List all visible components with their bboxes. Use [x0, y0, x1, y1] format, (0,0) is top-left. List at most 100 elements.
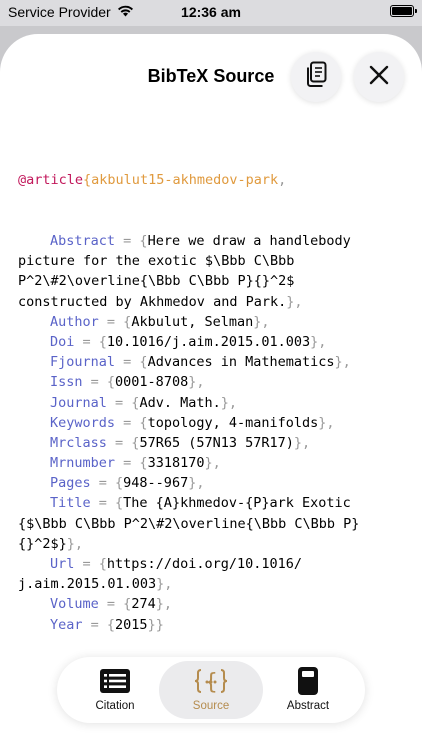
- bibtex-punctuation: {: [115, 475, 124, 492]
- status-bar: Service Provider 12:36 am: [0, 0, 422, 26]
- bibtex-field-value: 948--967: [123, 475, 189, 492]
- bibtex-field-name: Keywords: [50, 414, 116, 431]
- bibtex-field-value: 2015: [115, 616, 148, 633]
- bibtex-field-name: Title: [50, 495, 91, 512]
- bibtex-line: Abstract = {Here we draw a handlebody: [18, 231, 410, 251]
- key-comma: ,: [278, 172, 287, 189]
- bibtex-field-name: Volume: [50, 596, 99, 613]
- status-time: 12:36 am: [181, 4, 241, 20]
- bibtex-punctuation: =: [74, 333, 99, 350]
- entry-type: @article: [18, 172, 84, 189]
- bibtex-line: Issn = {0001-8708},: [18, 372, 410, 392]
- close-button[interactable]: [354, 52, 404, 102]
- bibtex-punctuation: {: [139, 354, 148, 371]
- bibtex-field-value: 57R65 (57N13 57R17): [139, 434, 294, 451]
- bibtex-field-name: Mrclass: [50, 434, 107, 451]
- bibtex-field-value: https://doi.org/10.1016/: [106, 556, 302, 572]
- close-icon: [369, 65, 389, 89]
- bibtex-sheet: BibTeX Source @article{akbulut15-akhmedo…: [0, 34, 422, 750]
- bibtex-field-value: P^2\#2\overline{\Bbb C\Bbb P}{}^2$: [18, 273, 295, 290]
- tab-citation[interactable]: Citation: [63, 661, 167, 719]
- bibtex-punctuation: },: [66, 535, 84, 552]
- bibtex-field-name: Issn: [50, 374, 83, 391]
- bibtex-field-value: Advances in Mathematics: [147, 354, 335, 371]
- bibtex-punctuation: =: [82, 616, 107, 633]
- bibtex-punctuation: =: [115, 354, 140, 371]
- bibtex-punctuation: },: [155, 596, 172, 613]
- bibtex-punctuation: =: [115, 455, 140, 472]
- bibtex-field-name: Mrnumber: [50, 455, 116, 472]
- bibtex-punctuation: {: [98, 333, 107, 350]
- bibtex-field-name: Abstract: [50, 233, 116, 249]
- bibtex-punctuation: =: [90, 495, 116, 512]
- bibtex-punctuation: },: [156, 576, 173, 593]
- braces-icon: {: [193, 665, 229, 697]
- bibtex-line: picture for the exotic $\Bbb C\Bbb: [18, 251, 410, 271]
- bibtex-field-name: Author: [50, 313, 99, 330]
- bibtex-line: j.aim.2015.01.003},: [18, 574, 410, 594]
- bibtex-field-value: constructed by Akhmedov and Park.: [18, 293, 287, 310]
- bibtex-field-value: 3318170: [147, 455, 205, 472]
- tab-abstract[interactable]: Abstract: [256, 661, 360, 719]
- bibtex-punctuation: {: [115, 495, 124, 512]
- copy-icon: [304, 61, 328, 93]
- bibtex-line: Year = {2015}}: [18, 615, 410, 635]
- tab-bar: Citation { Source Abstract: [57, 657, 365, 723]
- bibtex-punctuation: =: [115, 233, 140, 249]
- bibtex-line: Volume = {274},: [18, 594, 410, 614]
- bibtex-punctuation: },: [253, 313, 270, 330]
- battery-icon: [390, 5, 417, 17]
- bibtex-field-value: Adv. Math.: [139, 394, 221, 411]
- bibtex-punctuation: =: [74, 556, 99, 572]
- bibtex-field-name: Doi: [50, 333, 75, 350]
- bibtex-punctuation: {: [139, 455, 148, 472]
- bibtex-punctuation: =: [98, 596, 124, 613]
- bibtex-punctuation: {: [139, 414, 148, 431]
- bibtex-line: Url = {https://doi.org/10.1016/: [18, 554, 410, 574]
- bibtex-punctuation: {: [98, 556, 107, 572]
- copy-button[interactable]: [291, 52, 341, 102]
- bibtex-field-name: Url: [50, 556, 75, 572]
- bibtex-punctuation: =: [106, 394, 132, 411]
- tab-source-label: Source: [192, 700, 230, 712]
- bibtex-field-value: {$\Bbb C\Bbb P^2\#2\overline{\Bbb C\Bbb …: [18, 515, 360, 532]
- document-icon: [296, 665, 320, 697]
- bibtex-line: {$\Bbb C\Bbb P^2\#2\overline{\Bbb C\Bbb …: [18, 514, 410, 534]
- bibtex-line: Fjournal = {Advances in Mathematics},: [18, 352, 410, 372]
- bibtex-punctuation: },: [334, 354, 351, 371]
- bibtex-punctuation: },: [310, 333, 327, 350]
- bibtex-field-value: Akbulut, Selman: [131, 313, 254, 330]
- citation-key: akbulut15-akhmedov-park: [91, 172, 279, 189]
- bibtex-line: {}^2$}},: [18, 534, 410, 554]
- bibtex-line: Mrclass = {57R65 (57N13 57R17)},: [18, 433, 410, 453]
- bibtex-field-value: The {A}khmedov-{P}ark Exotic: [123, 495, 351, 512]
- bibtex-line: Journal = {Adv. Math.},: [18, 393, 410, 413]
- bibtex-punctuation: },: [220, 394, 237, 411]
- bibtex-punctuation: =: [98, 313, 124, 330]
- tab-abstract-label: Abstract: [286, 700, 330, 712]
- bibtex-punctuation: },: [293, 434, 311, 451]
- bibtex-punctuation: {: [106, 374, 116, 391]
- bibtex-entry-header: @article{akbulut15-akhmedov-park,: [18, 170, 410, 190]
- bibtex-field-value: j.aim.2015.01.003: [18, 576, 157, 593]
- bibtex-punctuation: {: [139, 233, 148, 249]
- bibtex-punctuation: =: [90, 475, 116, 492]
- bibtex-field-value: {}^2$}: [18, 535, 67, 552]
- bibtex-field-name: Year: [50, 616, 83, 633]
- bibtex-line: Doi = {10.1016/j.aim.2015.01.003},: [18, 332, 410, 352]
- bibtex-line: Mrnumber = {3318170},: [18, 453, 410, 473]
- bibtex-line: constructed by Akhmedov and Park.},: [18, 292, 410, 312]
- bibtex-punctuation: },: [286, 293, 303, 310]
- bibtex-punctuation: =: [106, 434, 132, 451]
- bibtex-field-value: 0001-8708: [115, 374, 189, 391]
- bibtex-line: Keywords = {topology, 4-manifolds},: [18, 413, 410, 433]
- bibtex-field-name: Journal: [50, 394, 107, 411]
- bibtex-punctuation: },: [188, 374, 205, 391]
- bibtex-line: Author = {Akbulut, Selman},: [18, 312, 410, 332]
- tab-citation-label: Citation: [95, 700, 135, 712]
- bibtex-punctuation: =: [115, 414, 140, 431]
- bibtex-source-text[interactable]: @article{akbulut15-akhmedov-park, Abstra…: [18, 130, 410, 635]
- bibtex-field-value: 10.1016/j.aim.2015.01.003: [106, 333, 311, 350]
- tab-source[interactable]: { Source: [159, 661, 263, 719]
- bibtex-punctuation: },: [318, 414, 335, 431]
